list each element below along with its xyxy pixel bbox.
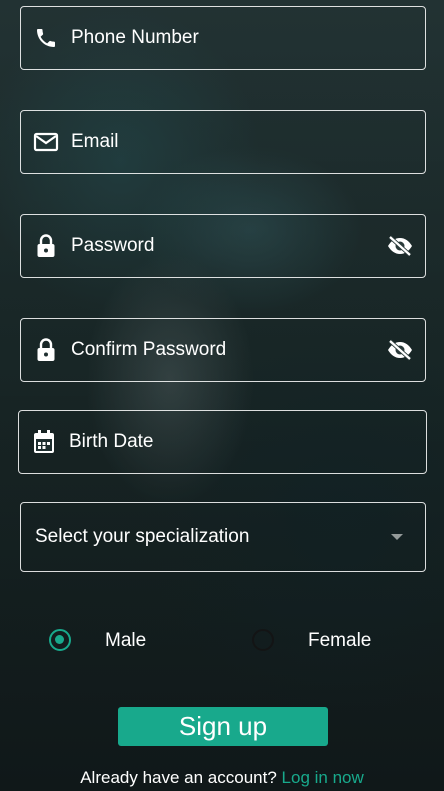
chevron-down-icon <box>391 534 403 540</box>
gender-radio-group: Male Female <box>0 624 444 658</box>
eye-off-icon[interactable] <box>385 231 415 261</box>
radio-female-label[interactable]: Female <box>308 630 371 652</box>
eye-off-icon[interactable] <box>385 335 415 365</box>
birth-date-field[interactable]: Birth Date <box>18 410 427 474</box>
confirm-password-field[interactable]: Confirm Password <box>20 318 426 382</box>
password-field[interactable]: Password <box>20 214 426 278</box>
radio-male[interactable] <box>49 629 71 651</box>
calendar-icon <box>31 429 57 455</box>
phone-icon <box>33 25 59 51</box>
specialization-selected-value: Select your specialization <box>35 526 250 547</box>
login-link[interactable]: Log in now <box>282 768 364 787</box>
phone-number-field[interactable]: Phone Number <box>20 6 426 70</box>
specialization-select[interactable]: Select your specialization <box>20 502 426 572</box>
mail-icon <box>33 129 59 155</box>
confirm-password-placeholder: Confirm Password <box>71 339 227 360</box>
lock-icon <box>33 337 59 363</box>
radio-male-label[interactable]: Male <box>105 630 146 652</box>
sign-up-button[interactable]: Sign up <box>118 707 328 746</box>
radio-female[interactable] <box>252 629 274 651</box>
birth-date-placeholder: Birth Date <box>69 431 154 452</box>
email-placeholder: Email <box>71 131 119 152</box>
login-prompt: Already have an account? Log in now <box>0 768 444 788</box>
email-field[interactable]: Email <box>20 110 426 174</box>
phone-number-placeholder: Phone Number <box>71 27 199 48</box>
lock-icon <box>33 233 59 259</box>
login-prompt-text: Already have an account? <box>80 768 277 787</box>
password-placeholder: Password <box>71 235 155 256</box>
